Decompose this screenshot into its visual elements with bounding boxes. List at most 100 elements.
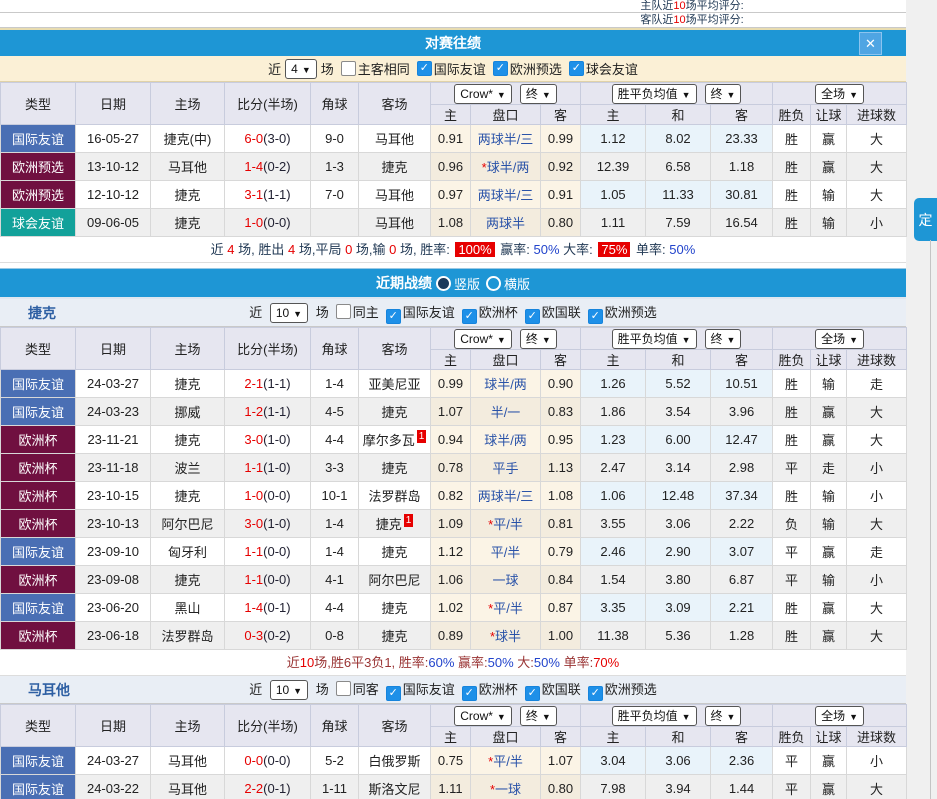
h2h-checkbox-label-0[interactable]: 主客相同 [358, 59, 410, 78]
final-select-2[interactable]: 终▼ [705, 706, 742, 726]
chevron-down-icon: ▼ [542, 712, 551, 722]
malta-count-select[interactable]: 10▼ [270, 680, 308, 700]
h2h-summary-segment: 4 [227, 242, 234, 257]
h2h-checkbox-label-3[interactable]: 球会友谊 [586, 59, 638, 78]
away-team-cell: 马耳他 [359, 209, 431, 237]
czech-team-name: 捷克 [28, 303, 56, 323]
fulltime-select[interactable]: 全场▼ [815, 329, 864, 349]
home-team-cell: 捷克 [151, 209, 225, 237]
malta-checkbox-label-4[interactable]: 欧洲预选 [605, 682, 657, 697]
malta-team-name: 马耳他 [28, 680, 70, 700]
czech-summary-segment: 50% [534, 655, 560, 670]
close-icon[interactable]: ✕ [859, 32, 882, 55]
crow-select[interactable]: Crow*▼ [454, 706, 512, 726]
czech-checkbox-0[interactable] [336, 304, 351, 319]
czech-checkbox-label-1[interactable]: 国际友谊 [403, 305, 455, 320]
malta-checkbox-label-0[interactable]: 同客 [353, 682, 379, 697]
fulltime-score: 6-0 [244, 131, 263, 146]
halftime-score: (0-0) [263, 544, 290, 559]
h2h-checkbox-3[interactable]: ✓ [569, 61, 584, 76]
czech-checkbox-label-4[interactable]: 欧洲预选 [605, 305, 657, 320]
fulltime-select[interactable]: 全场▼ [815, 84, 864, 104]
crow-home-odds-cell: 1.08 [431, 209, 471, 237]
final-select[interactable]: 终▼ [520, 84, 557, 104]
handicap-result-cell: 输 [811, 370, 847, 398]
corner-cell: 3-3 [311, 454, 359, 482]
h2h-checkbox-2[interactable]: ✓ [493, 61, 508, 76]
score-cell: 2-1(1-1) [225, 370, 311, 398]
radio-vertical-label[interactable]: 竖版 [454, 274, 480, 293]
handicap-text: 球半/两 [487, 160, 530, 175]
crow-select[interactable]: Crow*▼ [454, 329, 512, 349]
czech-count-select[interactable]: 10▼ [270, 303, 308, 323]
crow-away-odds-cell: 1.07 [541, 747, 581, 775]
avg-select[interactable]: 胜平负均值▼ [612, 329, 697, 349]
crow-away-odds-cell: 1.08 [541, 482, 581, 510]
h2h-checkbox-0[interactable] [341, 61, 356, 76]
czech-checkbox-label-3[interactable]: 欧国联 [542, 305, 581, 320]
corner-cell: 4-4 [311, 426, 359, 454]
home-team-cell: 法罗群岛 [151, 622, 225, 650]
result-cell: 平 [773, 747, 811, 775]
avg-home-cell: 2.47 [581, 454, 646, 482]
final-select[interactable]: 终▼ [520, 329, 557, 349]
goals-result-cell: 小 [847, 747, 907, 775]
handicap-text: 平/半 [493, 601, 523, 616]
away-rating-text: 10 [673, 14, 685, 26]
side-tab[interactable]: 定 [914, 198, 937, 241]
malta-checkbox-label-3[interactable]: 欧国联 [542, 682, 581, 697]
avg-select[interactable]: 胜平负均值▼ [612, 706, 697, 726]
malta-checkbox-0[interactable] [336, 681, 351, 696]
czech-checkbox-3[interactable]: ✓ [525, 309, 540, 324]
column-header: 主场 [151, 328, 225, 370]
radio-horizontal-label[interactable]: 横版 [504, 274, 530, 293]
avg-draw-cell: 11.33 [646, 181, 711, 209]
crow-away-odds-cell: 0.83 [541, 398, 581, 426]
handicap-result-cell: 输 [811, 482, 847, 510]
czech-checkbox-label-2[interactable]: 欧洲杯 [479, 305, 518, 320]
goals-result-cell: 大 [847, 426, 907, 454]
avg-away-cell: 16.54 [711, 209, 773, 237]
czech-summary: 近10场,胜6平3负1, 胜率:60% 赢率:50% 大:50% 单率:70% [0, 650, 906, 676]
away-team-name: 马耳他 [375, 132, 414, 147]
sub-column-header: 客 [541, 727, 581, 747]
malta-checkbox-label-1[interactable]: 国际友谊 [403, 682, 455, 697]
h2h-checkbox-label-1[interactable]: 国际友谊 [434, 59, 486, 78]
czech-checkbox-label-0[interactable]: 同主 [353, 305, 379, 320]
final-select-2[interactable]: 终▼ [705, 329, 742, 349]
h2h-count-select[interactable]: 4▼ [285, 59, 317, 79]
home-rating-label: 主队近10场平均评分: [640, 0, 743, 12]
fulltime-select[interactable]: 全场▼ [815, 706, 864, 726]
czech-summary-segment: 70% [593, 655, 619, 670]
home-team-cell: 捷克 [151, 566, 225, 594]
czech-checkbox-4[interactable]: ✓ [588, 309, 603, 324]
malta-checkbox-1[interactable]: ✓ [386, 686, 401, 701]
away-team-cell: 捷克 [359, 622, 431, 650]
final-select[interactable]: 终▼ [520, 706, 557, 726]
column-header: 类型 [1, 328, 76, 370]
away-rating-label: 客队近10场平均评分: [640, 13, 743, 27]
czech-table: 类型日期主场比分(半场)角球客场Crow*▼终▼胜平负均值▼终▼全场▼主盘口客主… [0, 327, 907, 650]
malta-checkbox-4[interactable]: ✓ [588, 686, 603, 701]
avg-select[interactable]: 胜平负均值▼ [612, 84, 697, 104]
handicap-text: 半/一 [491, 405, 521, 420]
final-select-2[interactable]: 终▼ [705, 84, 742, 104]
crow-select[interactable]: Crow*▼ [454, 84, 512, 104]
malta-checkbox-2[interactable]: ✓ [462, 686, 477, 701]
main-panel: 主队近10场平均评分: 客队近10场平均评分: 对赛往绩 ✕ 近 4▼ 场主客相… [0, 0, 906, 799]
h2h-checkbox-label-2[interactable]: 欧洲预选 [510, 59, 562, 78]
czech-checkbox-2[interactable]: ✓ [462, 309, 477, 324]
handicap-cell: 球半/两 [471, 426, 541, 454]
radio-horizontal-icon[interactable] [486, 276, 501, 291]
malta-checkbox-3[interactable]: ✓ [525, 686, 540, 701]
radio-vertical-icon[interactable] [436, 276, 451, 291]
h2h-checkbox-1[interactable]: ✓ [417, 61, 432, 76]
halftime-score: (1-0) [263, 460, 290, 475]
sub-column-header: 让球 [811, 727, 847, 747]
match-type-cell: 欧洲预选 [1, 181, 76, 209]
goals-result-cell: 大 [847, 775, 907, 799]
fulltime-score: 2-1 [244, 376, 263, 391]
czech-checkbox-1[interactable]: ✓ [386, 309, 401, 324]
away-team-cell: 亚美尼亚 [359, 370, 431, 398]
malta-checkbox-label-2[interactable]: 欧洲杯 [479, 682, 518, 697]
